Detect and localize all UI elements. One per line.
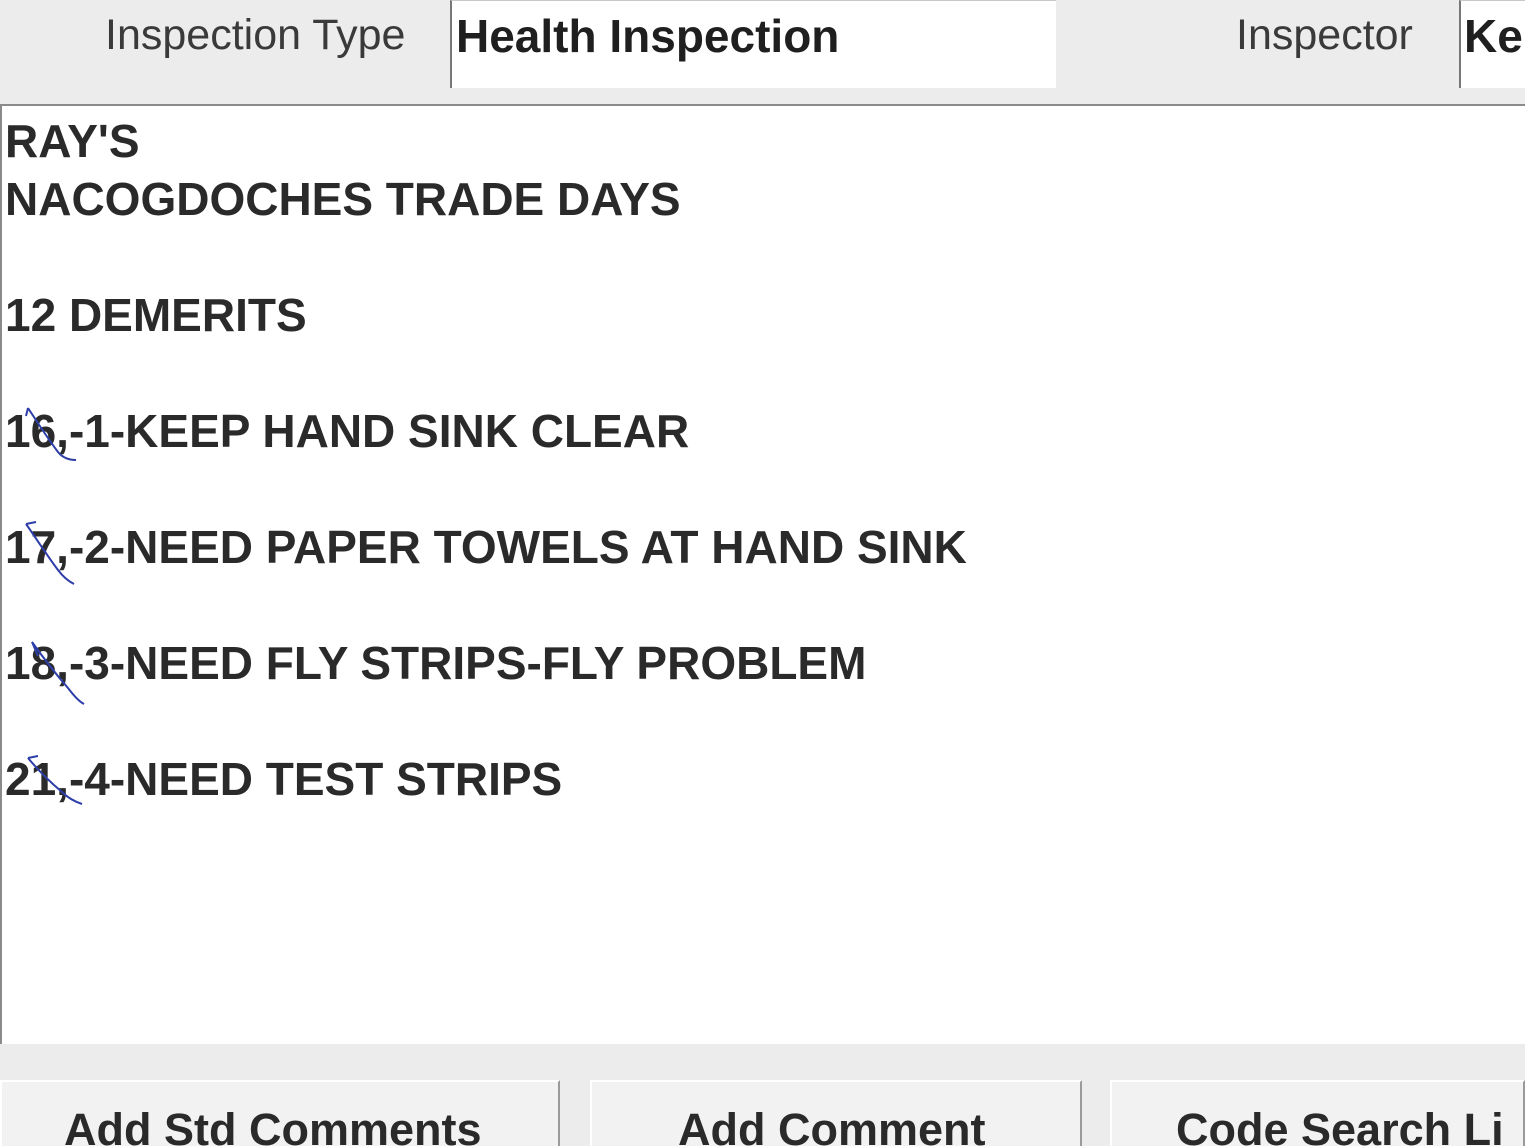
comment-line: 12 DEMERITS: [5, 289, 307, 341]
comment-line: RAY'S: [5, 115, 140, 167]
inspector-field[interactable]: Ke: [1459, 0, 1525, 88]
handwritten-check-mark: [31, 641, 85, 705]
comment-line: 18,-3-NEED FLY STRIPS-FLY PROBLEM: [5, 637, 867, 689]
add-comment-label: Add Comment: [678, 1104, 986, 1146]
add-std-comments-button[interactable]: Add Std Comments: [0, 1080, 560, 1146]
inspection-type-field[interactable]: Health Inspection: [450, 0, 1056, 88]
comment-line: 21,-4-NEED TEST STRIPS: [5, 753, 563, 805]
inspection-type-value: Health Inspection: [456, 10, 840, 62]
comment-line: NACOGDOCHES TRADE DAYS: [5, 173, 681, 225]
inspection-type-label: Inspection Type: [105, 11, 406, 59]
inspector-value: Ke: [1464, 10, 1523, 62]
comment-line: 17,-2-NEED PAPER TOWELS AT HAND SINK: [5, 521, 967, 573]
inspector-label: Inspector: [1236, 11, 1413, 59]
code-search-label: Code Search Li: [1176, 1104, 1504, 1146]
add-comment-button[interactable]: Add Comment: [590, 1080, 1082, 1146]
handwritten-check-mark: [25, 521, 75, 585]
bottom-toolbar: Add Std Comments Add Comment Code Search…: [0, 1044, 1525, 1146]
add-std-comments-label: Add Std Comments: [64, 1104, 482, 1146]
comment-line: 16,-1-KEEP HAND SINK CLEAR: [5, 405, 690, 457]
code-search-button[interactable]: Code Search Li: [1110, 1080, 1525, 1146]
comments-textarea[interactable]: RAY'S NACOGDOCHES TRADE DAYS 12 DEMERITS…: [0, 104, 1525, 1044]
handwritten-check-mark: [25, 407, 77, 461]
inspection-header: Inspection Type Health Inspection Inspec…: [0, 0, 1525, 104]
handwritten-check-mark: [27, 755, 83, 805]
